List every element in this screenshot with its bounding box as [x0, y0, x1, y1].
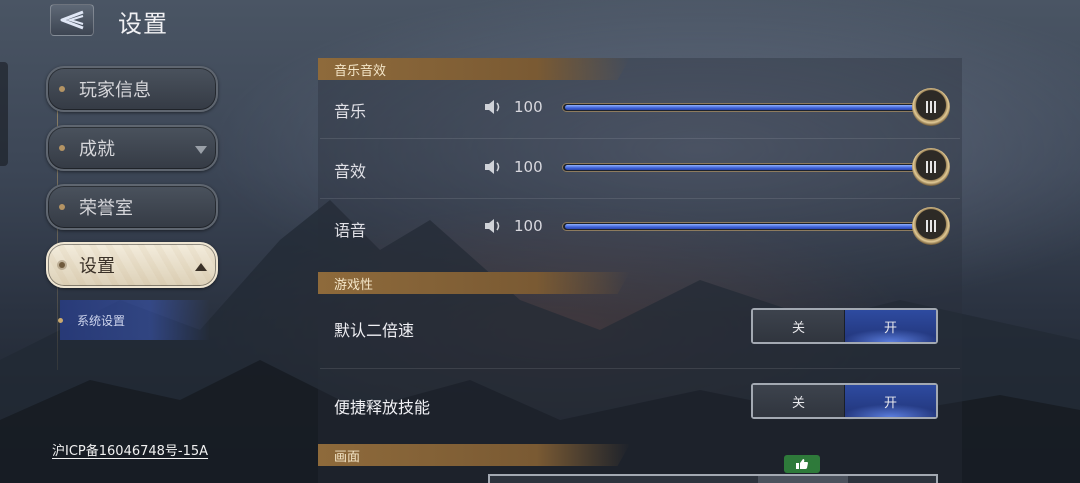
- thumbs-up-icon: [796, 459, 808, 469]
- music-label: 音乐: [334, 102, 367, 121]
- double-speed-off-option[interactable]: 关: [753, 310, 844, 342]
- speaker-icon: [485, 100, 500, 114]
- voice-volume-value: 100: [514, 217, 543, 235]
- sidebar-item-label: 成就: [79, 139, 115, 160]
- bullet-icon: [59, 145, 65, 151]
- settings-panel: [318, 58, 962, 483]
- sidebar-item-player-info[interactable]: 玩家信息: [46, 66, 218, 112]
- sidebar-item-label: 荣誉室: [79, 198, 133, 219]
- icp-license-link[interactable]: 沪ICP备16046748号-15A: [52, 440, 208, 459]
- sidebar-subitem-label: 系统设置: [77, 313, 126, 328]
- double-speed-label: 默认二倍速: [334, 321, 415, 340]
- section-title: 游戏性: [334, 278, 374, 293]
- grip-icon: [926, 220, 936, 232]
- voice-slider-fill: [565, 224, 925, 229]
- sidebar-item-honor-hall[interactable]: 荣誉室: [46, 184, 218, 230]
- music-volume-value: 100: [514, 98, 543, 116]
- voice-slider[interactable]: [562, 222, 928, 231]
- sidebar-item-settings[interactable]: 设置: [46, 242, 218, 288]
- back-arrow-icon: [60, 10, 84, 30]
- bullet-icon: [58, 317, 63, 323]
- voice-label: 语音: [334, 221, 367, 240]
- quick-cast-on-option[interactable]: 开: [844, 385, 936, 417]
- music-slider-fill: [565, 105, 925, 110]
- graphics-quality-option[interactable]: [758, 476, 848, 483]
- chevron-down-icon: [195, 146, 207, 154]
- graphics-quality-selector[interactable]: [488, 474, 938, 483]
- section-title: 画面: [334, 450, 361, 465]
- grip-icon: [926, 161, 936, 173]
- chevron-up-icon: [195, 263, 207, 271]
- sidebar-item-achievements[interactable]: 成就: [46, 125, 218, 171]
- section-header-graphics: 画面: [318, 444, 630, 466]
- sidebar-item-label: 设置: [79, 256, 115, 277]
- quick-cast-label: 便捷释放技能: [334, 398, 431, 417]
- voice-volume-readout: 100: [484, 217, 543, 235]
- voice-slider-handle[interactable]: [912, 207, 950, 245]
- sidebar-subitem-system-settings[interactable]: 系统设置: [58, 300, 210, 340]
- back-button[interactable]: [50, 4, 94, 36]
- row-divider: [320, 138, 960, 139]
- page-title: 设置: [118, 10, 168, 38]
- music-slider[interactable]: [562, 103, 928, 112]
- section-header-gameplay: 游戏性: [318, 272, 630, 294]
- row-divider: [320, 368, 960, 369]
- sfx-slider-handle[interactable]: [912, 148, 950, 186]
- bullet-icon: [59, 262, 65, 268]
- row-divider: [320, 198, 960, 199]
- bullet-icon: [59, 204, 65, 210]
- double-speed-toggle[interactable]: 关 开: [751, 308, 938, 344]
- speaker-icon: [485, 219, 500, 233]
- sidebar-item-label: 玩家信息: [79, 80, 151, 101]
- sfx-label: 音效: [334, 162, 367, 181]
- recommended-badge: [784, 455, 820, 473]
- edge-drawer-handle[interactable]: [0, 62, 8, 166]
- sfx-slider-fill: [565, 165, 925, 170]
- speaker-icon: [485, 160, 500, 174]
- section-header-audio: 音乐音效: [318, 58, 630, 80]
- sfx-slider[interactable]: [562, 163, 928, 172]
- music-slider-handle[interactable]: [912, 88, 950, 126]
- quick-cast-toggle[interactable]: 关 开: [751, 383, 938, 419]
- grip-icon: [926, 101, 936, 113]
- double-speed-on-option[interactable]: 开: [844, 310, 936, 342]
- music-volume-readout: 100: [484, 98, 543, 116]
- sfx-volume-readout: 100: [484, 158, 543, 176]
- sfx-volume-value: 100: [514, 158, 543, 176]
- section-title: 音乐音效: [334, 64, 387, 79]
- quick-cast-off-option[interactable]: 关: [753, 385, 844, 417]
- bullet-icon: [59, 86, 65, 92]
